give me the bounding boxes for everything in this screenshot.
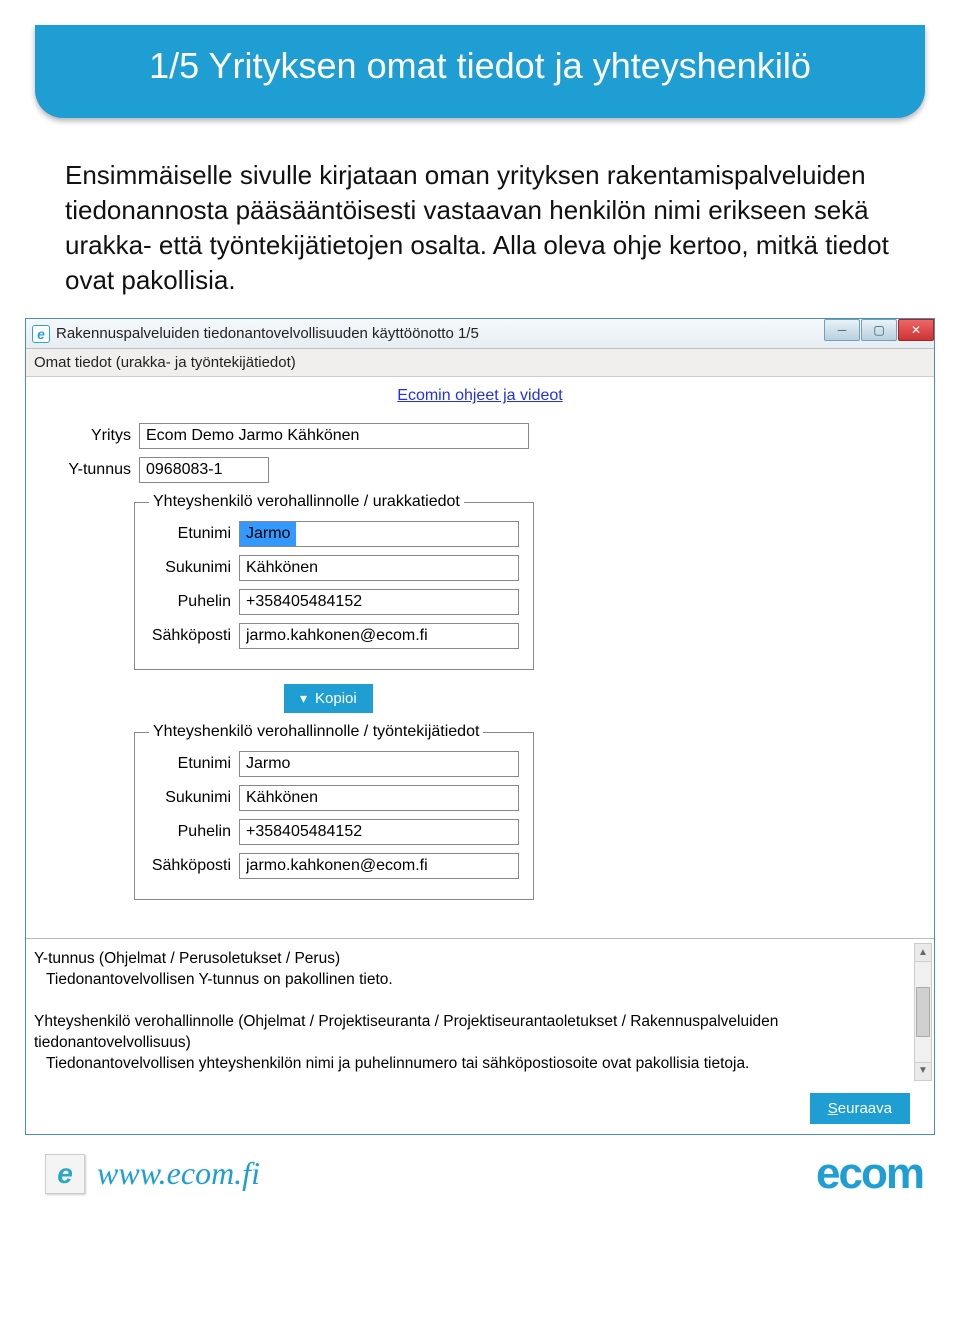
legend-urakkatiedot: Yhteyshenkilö verohallinnolle / urakkati… [149,493,464,511]
next-button[interactable]: Seuraava [810,1093,910,1124]
window-controls: ─ ▢ ✕ [823,323,934,345]
scroll-up-icon[interactable]: ▲ [915,944,931,962]
input-sahkoposti-1[interactable] [239,623,519,649]
footer-e-icon: e [45,1154,85,1194]
label-puhelin-1: Puhelin [149,593,239,611]
scroll-down-icon[interactable]: ▼ [915,1062,931,1080]
close-button[interactable]: ✕ [898,319,934,341]
label-puhelin-2: Puhelin [149,823,239,841]
window-title: Rakennuspalveluiden tiedonantovelvollisu… [56,325,479,342]
label-yritys: Yritys [34,427,139,445]
fieldset-tyontekijatiedot: Yhteyshenkilö verohallinnolle / työnteki… [134,723,534,900]
fieldset-urakkatiedot: Yhteyshenkilö verohallinnolle / urakkati… [134,493,534,670]
chevron-down-icon: ▾ [300,690,307,707]
slide-title-box: 1/5 Yrityksen omat tiedot ja yhteyshenki… [35,25,925,118]
maximize-button[interactable]: ▢ [861,319,897,341]
label-ytunnus: Y-tunnus [34,461,139,479]
input-ytunnus[interactable] [139,457,269,483]
titlebar: e Rakennuspalveluiden tiedonantovelvolli… [26,319,934,349]
footer-logo: ecom [816,1149,923,1199]
slide-title: 1/5 Yrityksen omat tiedot ja yhteyshenki… [55,43,905,90]
input-etunimi-1[interactable] [239,521,519,547]
app-icon: e [32,325,50,343]
input-sahkoposti-2[interactable] [239,853,519,879]
info-textbox: Y-tunnus (Ohjelmat / Perusoletukset / Pe… [26,938,934,1085]
bottom-bar: Seuraava [26,1085,934,1134]
label-sahkoposti-2: Sähköposti [149,857,239,875]
section-subheader: Omat tiedot (urakka- ja työntekijätiedot… [26,349,934,377]
input-sukunimi-1[interactable] [239,555,519,581]
info-line-1: Y-tunnus (Ohjelmat / Perusoletukset / Pe… [34,950,340,967]
minimize-button[interactable]: ─ [824,319,860,341]
input-sukunimi-2[interactable] [239,785,519,811]
slide-footer: e www.ecom.fi ecom [25,1145,935,1199]
input-yritys[interactable] [139,423,529,449]
input-puhelin-1[interactable] [239,589,519,615]
label-sukunimi-1: Sukunimi [149,559,239,577]
legend-tyontekijatiedot: Yhteyshenkilö verohallinnolle / työnteki… [149,723,483,741]
form-area: Ecomin ohjeet ja videot Yritys Y-tunnus … [26,377,934,938]
intro-paragraph: Ensimmäiselle sivulle kirjataan oman yri… [25,148,935,318]
input-puhelin-2[interactable] [239,819,519,845]
scroll-thumb[interactable] [916,987,930,1037]
input-etunimi-2[interactable] [239,751,519,777]
app-window: e Rakennuspalveluiden tiedonantovelvolli… [25,318,935,1135]
copy-button-label: Kopioi [315,690,357,707]
help-link[interactable]: Ecomin ohjeet ja videot [34,387,926,405]
footer-left: e www.ecom.fi [45,1154,260,1194]
info-line-3: Yhteyshenkilö verohallinnolle (Ohjelmat … [34,1013,778,1051]
label-etunimi-1: Etunimi [149,525,239,543]
copy-button[interactable]: ▾ Kopioi [284,684,373,713]
next-button-rest: euraava [838,1100,892,1117]
label-sukunimi-2: Sukunimi [149,789,239,807]
label-etunimi-2: Etunimi [149,755,239,773]
footer-url: www.ecom.fi [97,1155,260,1192]
scrollbar[interactable]: ▲ ▼ [914,943,932,1081]
info-line-4: Tiedonantovelvollisen yhteyshenkilön nim… [34,1054,924,1075]
label-sahkoposti-1: Sähköposti [149,627,239,645]
info-line-2: Tiedonantovelvollisen Y-tunnus on pakoll… [34,970,924,991]
